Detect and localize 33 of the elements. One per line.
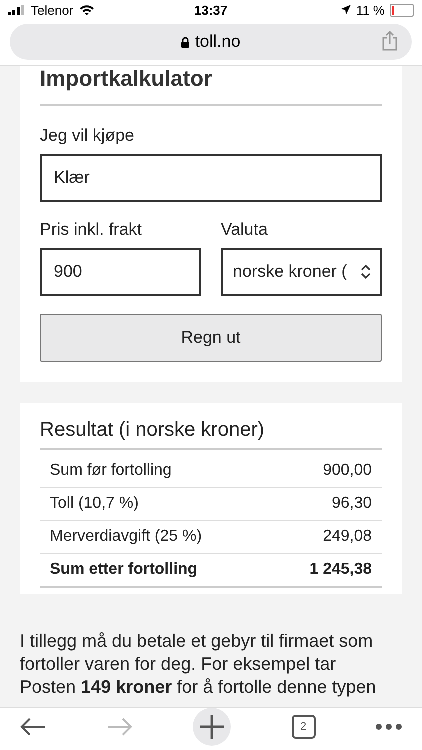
field-label: Jeg vil kjøpe: [40, 126, 136, 146]
row-label: Merverdiavgift (25 %): [50, 528, 202, 546]
row-label: Toll (10,7 %): [50, 495, 139, 513]
currency-dropdown[interactable]: norske kroner (: [221, 248, 382, 296]
info-paragraph: I tillegg må du betale et gebyr til firmaet som fortoller varen for deg. For eksempel tar Posten 149 kroner for å fortolle denne typen: [20, 630, 378, 699]
battery-icon: [390, 4, 414, 16]
carrier-name: Telenor: [31, 2, 74, 18]
clock-time: 13:37: [194, 2, 228, 18]
lock-icon: [181, 36, 190, 48]
field-label: Valuta: [221, 220, 269, 240]
row-value: 900,00: [323, 462, 372, 480]
battery-percent: 11 %: [356, 2, 385, 18]
chevron-up-down-icon: [360, 264, 372, 280]
signal-icon: [8, 5, 26, 15]
tab-count-button[interactable]: 2: [292, 715, 316, 739]
row-value: 249,08: [323, 528, 372, 546]
field-label: Pris inkl. frakt: [40, 220, 144, 240]
card-title: Importkalkulator: [40, 66, 382, 106]
address-bar[interactable]: toll.no: [10, 24, 412, 60]
more-dots-icon[interactable]: [376, 724, 402, 730]
location-arrow-icon: [341, 5, 352, 15]
input-field[interactable]: Klær: [40, 154, 382, 202]
input-field[interactable]: 900: [40, 248, 201, 296]
wifi-icon: [78, 4, 95, 16]
back-arrow-icon[interactable]: [20, 717, 46, 737]
row-value: 96,30: [332, 495, 372, 513]
row-value: 1 245,38: [310, 561, 372, 579]
card-title: Resultat (i norske kroner): [40, 403, 382, 450]
calculate-button[interactable]: Regn ut: [40, 314, 382, 362]
row-label: Sum før fortolling: [50, 462, 172, 480]
url-text: toll.no: [195, 32, 241, 52]
new-tab-plus-icon[interactable]: [193, 708, 231, 746]
row-label: Sum etter fortolling: [50, 561, 198, 579]
